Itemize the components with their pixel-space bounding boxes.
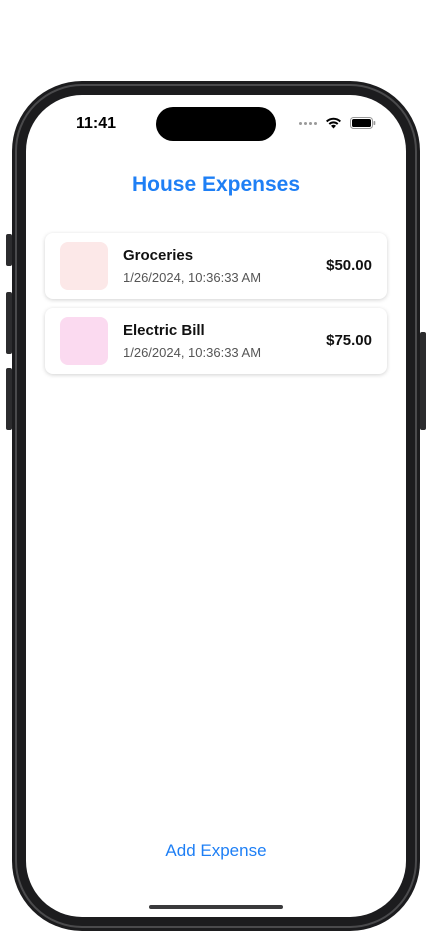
expense-name: Electric Bill	[123, 322, 205, 339]
page-title: House Expenses	[131, 173, 301, 196]
expense-amount: $75.00	[326, 332, 372, 349]
expense-name: Groceries	[123, 247, 194, 264]
action-button	[6, 234, 12, 266]
expense-date: 1/26/2024, 10:36:33 AM	[123, 270, 262, 285]
expense-date: 1/26/2024, 10:36:33 AM	[123, 345, 262, 360]
battery-icon	[350, 117, 376, 129]
volume-up-button	[6, 292, 12, 354]
status-icons	[299, 117, 376, 129]
wifi-icon	[326, 117, 341, 129]
expense-thumbnail	[60, 317, 108, 365]
cellular-signal-icon	[299, 121, 317, 125]
expense-row[interactable]: Groceries 1/26/2024, 10:36:33 AM $50.00	[45, 233, 387, 299]
expense-amount: $50.00	[326, 257, 372, 274]
volume-down-button	[6, 368, 12, 430]
expense-row[interactable]: Electric Bill 1/26/2024, 10:36:33 AM $75…	[45, 308, 387, 374]
home-indicator[interactable]	[149, 905, 283, 909]
expense-thumbnail	[60, 242, 108, 290]
dynamic-island	[156, 107, 276, 141]
status-time: 11:41	[76, 115, 117, 132]
add-expense-button[interactable]: Add Expense	[26, 841, 406, 861]
power-button	[420, 332, 426, 430]
app-screen: 11:41 House Expenses Groceries 1/26/2024…	[26, 95, 406, 917]
expense-list: Groceries 1/26/2024, 10:36:33 AM $50.00 …	[45, 233, 387, 383]
